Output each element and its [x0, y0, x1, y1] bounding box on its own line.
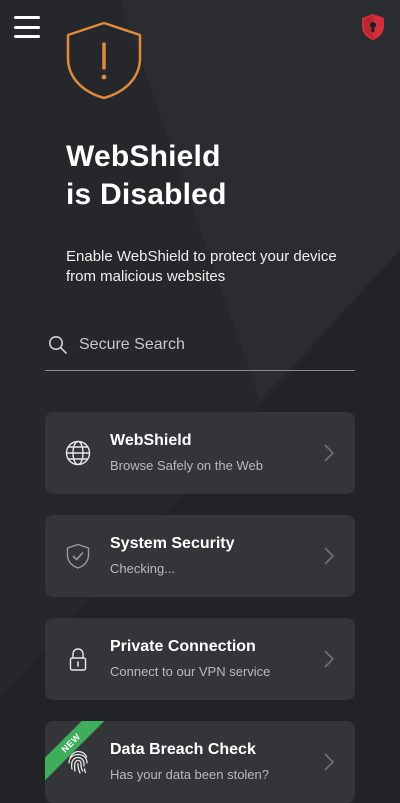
private-connection-card[interactable]: Private Connection Connect to our VPN se… — [45, 618, 355, 700]
card-title: System Security — [110, 535, 235, 552]
shield-check-icon — [66, 543, 90, 569]
page-title: WebShield is Disabled — [66, 138, 366, 214]
brand-shield-keyhole-icon[interactable] — [360, 13, 386, 41]
card-title: Data Breach Check — [110, 741, 256, 758]
card-subtitle: Browse Safely on the Web — [110, 458, 263, 473]
secure-search-field[interactable] — [45, 327, 355, 371]
feature-list: WebShield Browse Safely on the Web Syste… — [45, 412, 355, 803]
search-input[interactable] — [79, 333, 349, 357]
title-line-1: WebShield — [66, 140, 221, 173]
lock-icon — [69, 648, 87, 671]
card-title: Private Connection — [110, 638, 256, 655]
webshield-card[interactable]: WebShield Browse Safely on the Web — [45, 412, 355, 494]
chevron-right-icon — [324, 547, 335, 565]
chevron-right-icon — [324, 444, 335, 462]
chevron-right-icon — [324, 753, 335, 771]
hamburger-menu-icon[interactable] — [14, 16, 40, 38]
card-subtitle: Has your data been stolen? — [110, 767, 269, 782]
data-breach-check-card[interactable]: NEW Data Breach Check Has your data been… — [45, 721, 355, 803]
card-subtitle: Connect to our VPN service — [110, 664, 271, 679]
search-icon — [49, 336, 67, 354]
globe-icon — [65, 440, 91, 466]
fingerprint-icon — [68, 750, 88, 774]
card-title: WebShield — [110, 432, 192, 449]
chevron-right-icon — [324, 650, 335, 668]
system-security-card[interactable]: System Security Checking... — [45, 515, 355, 597]
card-subtitle: Checking... — [110, 561, 176, 576]
title-line-2: is Disabled — [66, 178, 227, 211]
status-description: Enable WebShield to protect your device … — [66, 248, 337, 285]
shield-warning-icon — [66, 21, 142, 100]
